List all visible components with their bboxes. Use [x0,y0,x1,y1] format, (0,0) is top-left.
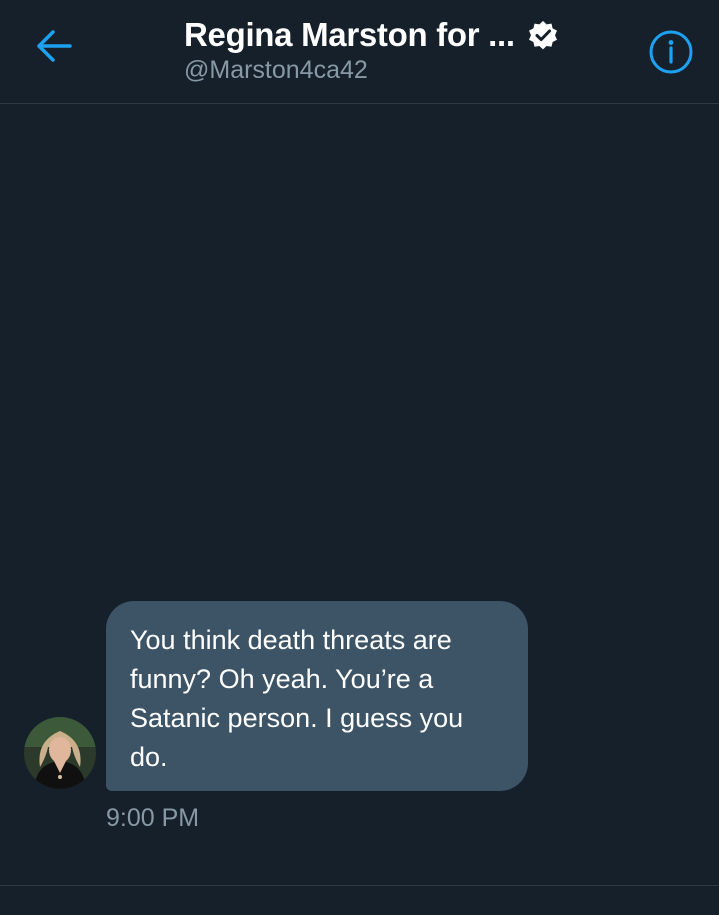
title-row: Regina Marston for ... [184,14,624,56]
conversation-header: Regina Marston for ... @Marston4ca42 [0,0,719,104]
conversation-handle: @Marston4ca42 [184,56,368,84]
message-timestamp: 9:00 PM [106,804,200,832]
info-button[interactable] [648,29,694,75]
composer-divider [0,885,719,886]
info-icon [648,30,694,79]
arrow-left-icon [36,29,72,68]
message-text: You think death threats are funny? Oh ye… [130,625,464,772]
conversation-area: You think death threats are funny? Oh ye… [0,105,719,885]
conversation-title: Regina Marston for ... [184,16,515,53]
verified-badge-icon [527,19,559,51]
avatar[interactable] [24,717,96,789]
back-button[interactable] [28,22,80,74]
header-title-block[interactable]: Regina Marston for ... @Marston4ca42 [184,14,624,85]
message-bubble[interactable]: You think death threats are funny? Oh ye… [106,601,528,791]
